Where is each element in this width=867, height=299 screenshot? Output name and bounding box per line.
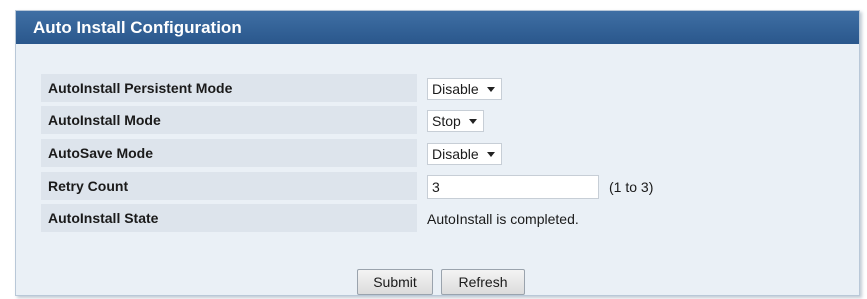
autoinstall-mode-label: AutoInstall Mode xyxy=(41,106,417,136)
autosave-mode-select[interactable]: Disable xyxy=(427,143,502,165)
autoinstall-state-label: AutoInstall State xyxy=(41,204,417,234)
submit-button[interactable]: Submit xyxy=(357,269,433,295)
retry-count-range-hint: (1 to 3) xyxy=(609,179,654,195)
retry-count-input[interactable] xyxy=(427,175,599,199)
autosave-mode-row: AutoSave Mode Disable xyxy=(41,139,831,169)
retry-count-label: Retry Count xyxy=(41,172,417,202)
persistent-mode-row: AutoInstall Persistent Mode Disable xyxy=(41,74,831,104)
autoinstall-mode-row: AutoInstall Mode Stop xyxy=(41,106,831,136)
autoinstall-state-value: AutoInstall is completed. xyxy=(427,211,579,227)
chevron-down-icon xyxy=(468,118,477,124)
autoinstall-state-row: AutoInstall State AutoInstall is complet… xyxy=(41,204,831,234)
persistent-mode-label: AutoInstall Persistent Mode xyxy=(41,74,417,104)
auto-install-panel: Auto Install Configuration AutoInstall P… xyxy=(15,10,860,296)
autoinstall-mode-value: Stop xyxy=(432,113,461,129)
panel-title: Auto Install Configuration xyxy=(16,11,859,44)
autoinstall-mode-select[interactable]: Stop xyxy=(427,110,484,132)
chevron-down-icon xyxy=(486,86,495,92)
retry-count-row: Retry Count (1 to 3) xyxy=(41,172,831,202)
persistent-mode-select[interactable]: Disable xyxy=(427,78,502,100)
autosave-mode-label: AutoSave Mode xyxy=(41,139,417,169)
persistent-mode-value: Disable xyxy=(432,81,479,97)
chevron-down-icon xyxy=(486,151,495,157)
autosave-mode-value: Disable xyxy=(432,146,479,162)
refresh-button[interactable]: Refresh xyxy=(441,269,525,295)
